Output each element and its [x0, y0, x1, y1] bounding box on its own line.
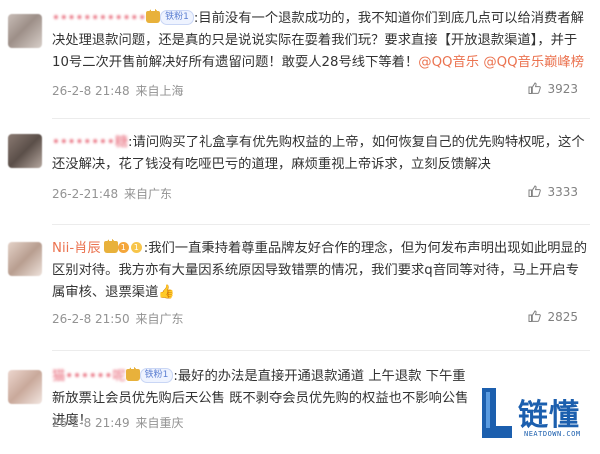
timestamp: 26-2-8 21:50: [52, 312, 130, 326]
watermark-logo: 链懂 NEATDOWN.COM: [476, 386, 596, 448]
divider: [52, 224, 590, 225]
avatar[interactable]: [8, 134, 42, 168]
divider: [52, 118, 590, 119]
like-button[interactable]: 3333: [528, 185, 578, 199]
location: 来自上海: [135, 84, 184, 98]
comment-meta: 26-2-21:48 来自广东: [52, 185, 172, 202]
comment-body: •••••••••••• 铁粉1:目前没有一个退款成功的，我不知道你们到底几点可以…: [52, 8, 590, 74]
like-count: 3923: [547, 82, 578, 96]
comment-text: :请问购买了礼盒享有优先购权益的上帝，如何恢复自己的优先购特权呢，这个还没解决，…: [52, 135, 585, 172]
thumbs-up-icon: [528, 82, 542, 94]
level-badge: 1: [117, 241, 129, 253]
level-badge: 1: [130, 241, 142, 253]
like-button[interactable]: 2825: [528, 310, 578, 324]
location: 来自重庆: [135, 416, 184, 430]
username[interactable]: ••••••••糖: [52, 135, 128, 150]
like-button[interactable]: 3923: [528, 82, 578, 96]
username[interactable]: Nii-肖辰: [52, 241, 101, 256]
comment-meta: 26-2-8 21:49 来自重庆: [52, 414, 183, 431]
comment-meta: 26-2-8 21:48 来自上海: [52, 82, 183, 99]
watermark-domain: NEATDOWN.COM: [524, 430, 581, 438]
logo-l-icon: [482, 388, 512, 438]
comment-body: ••••••••糖:请问购买了礼盒享有优先购权益的上帝，如何恢复自己的优先购特权…: [52, 132, 590, 176]
location: 来自广东: [123, 187, 172, 201]
fan-badge[interactable]: 铁粉1: [160, 9, 194, 25]
crown-icon: [146, 8, 161, 23]
crown-icon: [125, 366, 140, 381]
fan-badge[interactable]: 铁粉1: [139, 367, 174, 383]
username[interactable]: ••••••••••••: [52, 11, 146, 26]
timestamp: 26-2-8 21:48: [52, 84, 130, 98]
thumbs-up-icon: [528, 185, 542, 197]
divider: [52, 350, 590, 351]
avatar[interactable]: [8, 242, 42, 276]
timestamp: 26-2-21:48: [52, 187, 119, 201]
timestamp: 26-2-8 21:49: [52, 416, 130, 430]
watermark-brand: 链懂: [518, 398, 580, 433]
mention-links[interactable]: @QQ音乐 @QQ音乐巅峰榜: [418, 55, 584, 70]
comment-body: Nii-肖辰 1 1:我们一直秉持着尊重品牌友好合作的理念，但为何发布声明出现如此明…: [52, 238, 590, 304]
thumbs-up-icon: [528, 310, 542, 322]
crown-icon: [103, 238, 118, 253]
like-count: 3333: [547, 185, 578, 199]
username[interactable]: 猫••••••呢: [52, 369, 126, 384]
comment-meta: 26-2-8 21:50 来自广东: [52, 310, 183, 327]
avatar[interactable]: [8, 370, 42, 404]
avatar[interactable]: [8, 14, 42, 48]
location: 来自广东: [135, 312, 184, 326]
like-count: 2825: [547, 310, 578, 324]
